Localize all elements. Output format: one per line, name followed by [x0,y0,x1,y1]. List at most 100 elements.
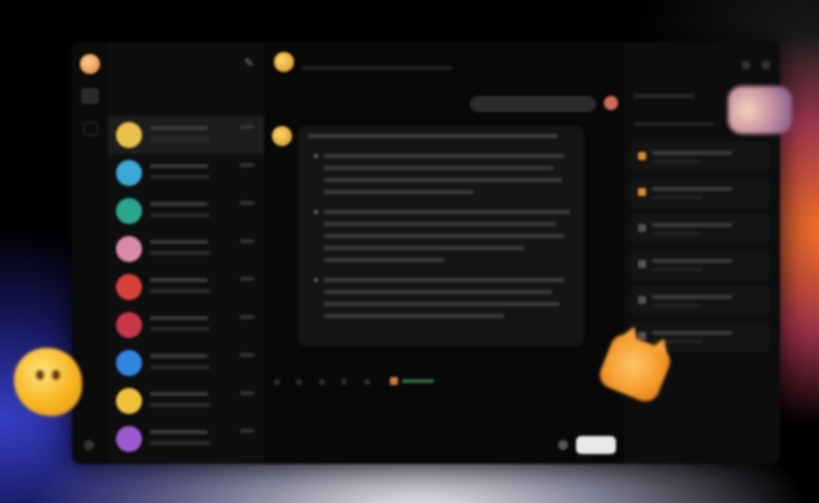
send-button[interactable] [576,436,616,454]
chat-list-item[interactable] [108,382,264,420]
message-text-line [324,258,444,262]
like-icon[interactable] [296,379,303,385]
item-subtitle [652,196,702,199]
rail-icon[interactable] [84,122,98,136]
item-title [652,223,732,227]
panel-toolbar [734,56,770,74]
panel-list-item[interactable] [630,250,770,280]
item-subtitle [652,304,702,307]
panel-list-item[interactable] [630,214,770,244]
chat-avatar [116,236,142,262]
chat-time [240,353,254,357]
item-subtitle [652,232,702,235]
conversation-pane [264,42,624,464]
settings-icon[interactable] [84,440,94,450]
model-tag-icon [390,377,399,385]
model-tag-label [402,379,435,383]
chat-list-item[interactable] [108,154,264,192]
message-text-line [324,210,570,214]
assistant-avatar [272,126,292,146]
chat-avatar [116,160,142,186]
smiley-blob-sticker [14,348,82,416]
search-input[interactable] [116,86,260,102]
attach-icon[interactable] [558,440,568,450]
app-avatar[interactable] [80,54,100,74]
app-window: ✎ [72,42,780,464]
message-text-line [324,166,554,170]
panel-list-item[interactable] [630,178,770,208]
chat-time [240,429,254,433]
chat-name [150,430,208,434]
message-text-line [324,246,524,250]
chat-name [150,316,208,320]
compose-icon[interactable]: ✎ [244,56,254,70]
chat-name [150,392,208,396]
share-icon[interactable] [341,379,348,385]
chat-list-item[interactable] [108,268,264,306]
assistant-message-bubble [298,126,584,346]
chat-time [240,201,254,205]
chat-list-item[interactable] [108,344,264,382]
item-title [652,259,732,263]
chat-time [240,239,254,243]
bullet-icon [314,154,318,158]
chat-avatar [116,388,142,414]
message-text-line [324,234,564,238]
chat-avatar [116,426,142,452]
bullet-icon [314,278,318,282]
item-icon [638,224,646,232]
chat-avatar [116,122,142,148]
avatar-badge-sticker [728,86,792,134]
message-text-line [324,278,564,282]
message-text-line [324,314,504,318]
chat-list [108,116,264,458]
more-icon[interactable] [363,379,370,385]
chat-preview [150,327,210,331]
chat-list-item[interactable] [108,116,264,154]
message-text-line [308,134,558,138]
chat-preview [150,175,210,179]
chat-preview [150,137,210,141]
message-text-line [324,154,564,158]
chat-preview [150,403,210,407]
panel-search[interactable] [634,122,714,126]
chat-time [240,315,254,319]
chat-sidebar: ✎ [108,42,264,464]
chat-time [240,163,254,167]
chat-time [240,391,254,395]
panel-list-item[interactable] [630,286,770,316]
item-icon [638,296,646,304]
chat-list-item[interactable] [108,306,264,344]
conversation-subtitle [302,66,452,70]
chat-name [150,278,208,282]
item-icon [638,260,646,268]
chat-list-item[interactable] [108,420,264,458]
chat-name [150,354,208,358]
chat-avatar [116,274,142,300]
chat-list-item[interactable] [108,192,264,230]
message-actions [274,372,435,390]
chat-name [150,126,208,130]
chat-list-item[interactable] [108,230,264,268]
dislike-icon[interactable] [318,379,325,385]
item-icon [638,188,646,196]
item-title [652,295,732,299]
pin-icon[interactable] [741,61,750,69]
copy-icon[interactable] [274,379,280,385]
item-icon [638,152,646,160]
chat-avatar [116,198,142,224]
item-title [652,187,732,191]
sticker-eye [36,370,44,380]
item-subtitle [652,268,702,271]
chat-avatar [116,350,142,376]
user-avatar [604,96,618,110]
user-message-bubble [470,96,596,112]
panel-title [634,94,694,98]
chat-preview [150,365,210,369]
message-text-line [324,222,556,226]
expand-icon[interactable] [762,61,770,69]
new-chat-button[interactable] [81,88,99,104]
item-title [652,331,732,335]
panel-list-item[interactable] [630,142,770,172]
message-text-line [324,290,552,294]
